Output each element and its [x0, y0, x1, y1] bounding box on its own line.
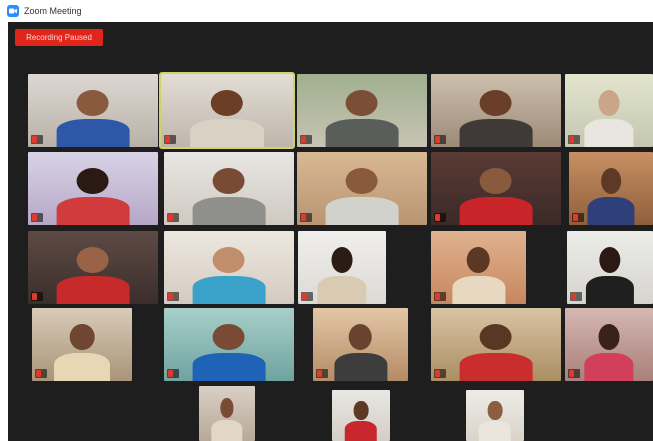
- participant-tile-active-speaker[interactable]: [159, 72, 295, 149]
- muted-mic-icon: [168, 214, 173, 221]
- muted-mic-icon: [32, 293, 37, 300]
- participant-tile[interactable]: [431, 152, 561, 225]
- muted-mic-icon: [573, 214, 578, 221]
- muted-mic-icon: [435, 214, 440, 221]
- muted-mic-icon: [302, 293, 307, 300]
- gallery-view: Recording Paused: [8, 22, 653, 441]
- participant-tile[interactable]: [297, 74, 427, 147]
- zoom-camera-icon: [7, 5, 19, 17]
- participant-tile[interactable]: [28, 74, 158, 147]
- participant-name-tag: [434, 369, 446, 378]
- participant-tile[interactable]: [32, 308, 132, 381]
- muted-mic-icon: [32, 136, 37, 143]
- muted-mic-icon: [435, 293, 440, 300]
- participant-tile[interactable]: [431, 308, 561, 381]
- participant-tile[interactable]: [431, 231, 526, 304]
- muted-mic-icon: [168, 293, 173, 300]
- participant-tile[interactable]: [332, 390, 390, 441]
- participant-name-tag: [434, 135, 446, 144]
- participant-name-tag: [35, 369, 47, 378]
- participant-name-tag: [568, 369, 580, 378]
- muted-mic-icon: [569, 370, 574, 377]
- participant-tile[interactable]: [565, 308, 653, 381]
- recording-paused-button[interactable]: Recording Paused: [15, 29, 103, 46]
- participant-tile[interactable]: [569, 152, 653, 225]
- participant-tile[interactable]: [164, 152, 294, 225]
- participant-name-tag: [31, 292, 43, 301]
- participant-name-tag: [572, 213, 584, 222]
- participant-tile[interactable]: [567, 231, 653, 304]
- participant-tile[interactable]: [164, 231, 294, 304]
- participant-tile[interactable]: [28, 231, 158, 304]
- muted-mic-icon: [301, 214, 306, 221]
- participant-tile[interactable]: [297, 152, 427, 225]
- muted-mic-icon: [317, 370, 322, 377]
- participant-name-tag: [31, 135, 43, 144]
- muted-mic-icon: [165, 136, 170, 143]
- participant-name-tag: [568, 135, 580, 144]
- muted-mic-icon: [32, 214, 37, 221]
- muted-mic-icon: [435, 136, 440, 143]
- participant-name-tag: [31, 213, 43, 222]
- participant-tile[interactable]: [313, 308, 408, 381]
- participant-tile[interactable]: [164, 308, 294, 381]
- title-bar: Zoom Meeting: [0, 0, 653, 22]
- participant-name-tag: [434, 213, 446, 222]
- participant-name-tag: [167, 292, 179, 301]
- window-title: Zoom Meeting: [24, 6, 82, 16]
- participant-tile[interactable]: [199, 386, 255, 441]
- muted-mic-icon: [168, 370, 173, 377]
- participant-name-tag: [301, 292, 313, 301]
- muted-mic-icon: [435, 370, 440, 377]
- muted-mic-icon: [569, 136, 574, 143]
- participant-tile[interactable]: [466, 390, 524, 441]
- participant-name-tag: [300, 213, 312, 222]
- participant-tile[interactable]: [298, 231, 386, 304]
- participant-name-tag: [164, 135, 176, 144]
- participant-tile[interactable]: [28, 152, 158, 225]
- muted-mic-icon: [36, 370, 41, 377]
- muted-mic-icon: [301, 136, 306, 143]
- participant-name-tag: [300, 135, 312, 144]
- participant-name-tag: [316, 369, 328, 378]
- participant-tile[interactable]: [431, 74, 561, 147]
- muted-mic-icon: [571, 293, 576, 300]
- participant-name-tag: [434, 292, 446, 301]
- participant-tile[interactable]: [565, 74, 653, 147]
- participant-name-tag: [167, 369, 179, 378]
- participant-name-tag: [570, 292, 582, 301]
- participant-name-tag: [167, 213, 179, 222]
